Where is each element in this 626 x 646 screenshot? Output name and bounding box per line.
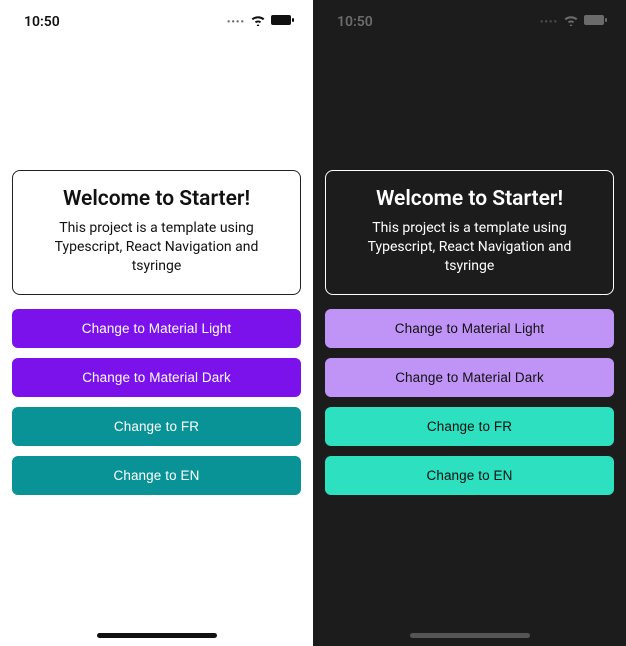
home-indicator[interactable] bbox=[97, 633, 217, 638]
status-icons: •••• bbox=[540, 14, 608, 30]
change-material-dark-button[interactable]: Change to Material Dark bbox=[12, 358, 301, 397]
status-time: 10:50 bbox=[337, 14, 373, 30]
change-fr-button[interactable]: Change to FR bbox=[325, 407, 614, 446]
status-bar: 10:50 •••• bbox=[0, 0, 313, 44]
welcome-card: Welcome to Starter! This project is a te… bbox=[12, 170, 301, 295]
cellular-icon: •••• bbox=[227, 17, 245, 28]
welcome-subtitle: This project is a template using Typescr… bbox=[344, 219, 595, 276]
cellular-icon: •••• bbox=[540, 17, 558, 28]
change-en-button[interactable]: Change to EN bbox=[325, 456, 614, 495]
phone-light-mockup: 10:50 •••• Welcome to Starter! This proj… bbox=[0, 0, 313, 646]
welcome-card: Welcome to Starter! This project is a te… bbox=[325, 170, 614, 295]
change-material-light-button[interactable]: Change to Material Light bbox=[325, 309, 614, 348]
change-fr-button[interactable]: Change to FR bbox=[12, 407, 301, 446]
change-material-dark-button[interactable]: Change to Material Dark bbox=[325, 358, 614, 397]
welcome-title: Welcome to Starter! bbox=[31, 187, 282, 211]
battery-icon bbox=[584, 14, 608, 30]
battery-icon bbox=[271, 14, 295, 30]
welcome-title: Welcome to Starter! bbox=[344, 187, 595, 211]
phone-dark-mockup: 10:50 •••• Welcome to Starter! This proj… bbox=[313, 0, 626, 646]
welcome-subtitle: This project is a template using Typescr… bbox=[31, 219, 282, 276]
status-icons: •••• bbox=[227, 14, 295, 30]
status-bar: 10:50 •••• bbox=[313, 0, 626, 44]
home-indicator[interactable] bbox=[410, 633, 530, 638]
wifi-icon bbox=[250, 14, 266, 30]
wifi-icon bbox=[563, 14, 579, 30]
change-en-button[interactable]: Change to EN bbox=[12, 456, 301, 495]
status-time: 10:50 bbox=[24, 14, 60, 30]
change-material-light-button[interactable]: Change to Material Light bbox=[12, 309, 301, 348]
screen-content: Welcome to Starter! This project is a te… bbox=[0, 44, 313, 646]
screen-content: Welcome to Starter! This project is a te… bbox=[313, 44, 626, 646]
